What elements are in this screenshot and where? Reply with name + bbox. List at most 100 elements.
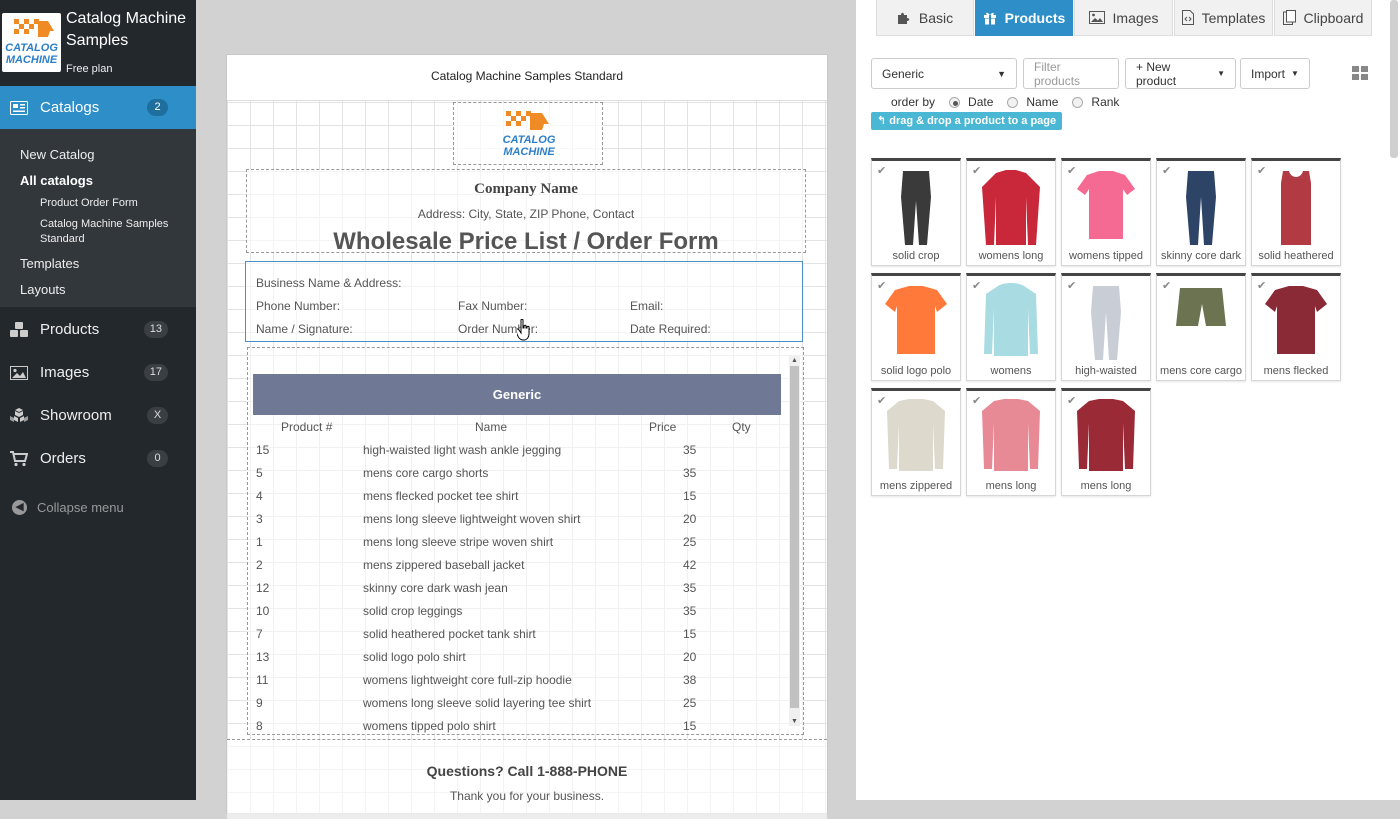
product-card[interactable]: ✔ mens zippered (871, 388, 961, 496)
submenu-templates[interactable]: Templates (20, 256, 79, 271)
company-info-element[interactable]: Company Name Address: City, State, ZIP P… (246, 169, 806, 255)
footer-element[interactable]: Questions? Call 1-888-PHONE Thank you fo… (227, 739, 827, 819)
scroll-up-arrow-icon[interactable]: ▲ (790, 356, 799, 365)
shopping-cart-icon (9, 449, 29, 469)
arrow-left-icon: ◀ (12, 500, 27, 515)
field-phone: Phone Number: (256, 299, 341, 313)
cell-product-number: 5 (256, 466, 263, 480)
product-card[interactable]: ✔ high-waisted (1061, 273, 1151, 381)
panel-scrollbar[interactable] (1386, 0, 1400, 800)
radio-name[interactable] (1007, 96, 1019, 108)
cell-price: 38 (683, 673, 697, 687)
product-card[interactable]: ✔ solid crop (871, 158, 961, 266)
form-title: Wholesale Price List / Order Form (333, 228, 719, 255)
cell-name: womens tipped polo shirt (363, 719, 496, 733)
product-card[interactable]: ✔ mens long (1061, 388, 1151, 496)
cell-price: 15 (683, 489, 697, 503)
product-card[interactable]: ✔ womens long (966, 158, 1056, 266)
filter-products-input[interactable]: Filter products (1023, 58, 1119, 89)
nav-item-images[interactable]: Images 17 (0, 351, 196, 394)
product-card[interactable]: ✔ solid logo polo (871, 273, 961, 381)
submenu-all-catalogs[interactable]: All catalogs (20, 173, 93, 188)
column-header-qty: Qty (732, 420, 751, 434)
radio-date-label: Date (968, 95, 994, 109)
order-by-label: order by (891, 95, 936, 109)
footer-thanks: Thank you for your business. (449, 789, 605, 803)
site-title[interactable]: Catalog Machine Samples (66, 8, 192, 52)
field-business: Business Name & Address: (256, 276, 402, 290)
scrollbar-thumb[interactable] (790, 366, 799, 708)
table-row: 4 mens flecked pocket tee shirt 15 (253, 485, 781, 508)
caret-down-icon: ▼ (997, 68, 1006, 79)
scrollbar-thumb[interactable] (1390, 0, 1398, 158)
tab-products[interactable]: Products (975, 0, 1073, 36)
table-row: 11 womens lightweight core full-zip hoodi… (253, 669, 781, 692)
collapse-menu-button[interactable]: ◀ Collapse menu (12, 500, 124, 515)
product-card[interactable]: ✔ womens (966, 273, 1056, 381)
nav-label: Products (40, 321, 100, 338)
cell-product-number: 12 (256, 581, 270, 595)
radio-date[interactable] (949, 96, 961, 108)
table-row: 10 solid crop leggings 35 (253, 600, 781, 623)
column-header-price: Price (649, 420, 677, 434)
table-scrollbar[interactable]: ▲ ▼ (789, 356, 800, 726)
catalog-link-product-order-form[interactable]: Product Order Form (40, 196, 180, 211)
product-card[interactable]: ✔ mens flecked (1251, 273, 1341, 381)
count-badge: 17 (143, 364, 168, 381)
submenu-new-catalog[interactable]: New Catalog (20, 147, 94, 162)
catalog-machine-logo[interactable]: CATALOG MACHINE (2, 13, 61, 72)
nav-item-products[interactable]: Products 13 (0, 308, 196, 351)
scroll-down-arrow-icon[interactable]: ▼ (790, 717, 799, 726)
table-row: 2 mens zippered baseball jacket 42 (253, 554, 781, 577)
product-caption: womens long (978, 250, 1044, 262)
grid-view-icon[interactable] (1352, 66, 1369, 81)
product-card[interactable]: ✔ mens core cargo (1156, 273, 1246, 381)
caret-down-icon: ▼ (1291, 69, 1299, 78)
product-card[interactable]: ✔ mens long (966, 388, 1056, 496)
cell-product-number: 8 (256, 719, 263, 733)
nav-label: Images (40, 364, 90, 381)
tab-templates[interactable]: Templates (1174, 0, 1273, 36)
nav-item-showroom[interactable]: Showroom X (0, 394, 196, 437)
new-product-button[interactable]: + New product ▼ (1125, 58, 1236, 89)
product-table-element[interactable]: Generic Product # Name Price Qty 15 high-… (247, 347, 804, 735)
product-card[interactable]: ✔ skinny core dark (1156, 158, 1246, 266)
product-thumbnail (982, 170, 1040, 245)
submenu-layouts[interactable]: Layouts (20, 282, 66, 297)
cell-product-number: 9 (256, 696, 263, 710)
plan-label: Free plan (66, 63, 113, 75)
cell-price: 20 (683, 512, 697, 526)
product-thumbnail (984, 283, 1038, 356)
tab-images[interactable]: Images (1074, 0, 1173, 36)
radio-rank[interactable] (1072, 96, 1084, 108)
caret-down-icon: ▼ (1217, 69, 1225, 78)
count-badge: X (147, 407, 168, 424)
logo-text-catalog: CATALOG (5, 42, 58, 54)
catalog-link-samples-standard[interactable]: Catalog Machine Samples Standard (40, 217, 180, 247)
product-thumbnail (1186, 171, 1216, 245)
cell-product-number: 15 (256, 443, 270, 457)
company-address: Address: City, State, ZIP Phone, Contact (417, 207, 635, 221)
nav-item-catalogs[interactable]: Catalogs 2 (0, 86, 196, 129)
cell-name: mens flecked pocket tee shirt (363, 489, 519, 503)
product-caption: solid logo polo (880, 365, 952, 377)
logo-element[interactable]: CATALOG MACHINE (453, 102, 603, 165)
table-row: 12 skinny core dark wash jean 35 (253, 577, 781, 600)
product-caption: solid crop (892, 250, 940, 262)
catalog-page[interactable]: Catalog Machine Samples Standard CATALOG… (226, 54, 828, 819)
import-button[interactable]: Import ▼ (1240, 58, 1310, 89)
tab-clipboard[interactable]: Clipboard (1274, 0, 1372, 36)
product-caption: solid heathered (1258, 250, 1334, 262)
product-caption: skinny core dark (1160, 250, 1242, 262)
product-thumbnail (887, 399, 945, 471)
category-select[interactable]: Generic ▼ (871, 58, 1017, 89)
product-card[interactable]: ✔ womens tipped (1061, 158, 1151, 266)
reply-arrow-icon: ↰ (877, 115, 890, 127)
product-card[interactable]: ✔ solid heathered (1251, 158, 1341, 266)
table-row: 13 solid logo polo shirt 20 (253, 646, 781, 669)
cell-product-number: 10 (256, 604, 270, 618)
puzzle-icon (897, 11, 911, 25)
cubes-icon (9, 406, 29, 426)
tab-basic[interactable]: Basic (876, 0, 974, 36)
nav-item-orders[interactable]: Orders 0 (0, 437, 196, 480)
